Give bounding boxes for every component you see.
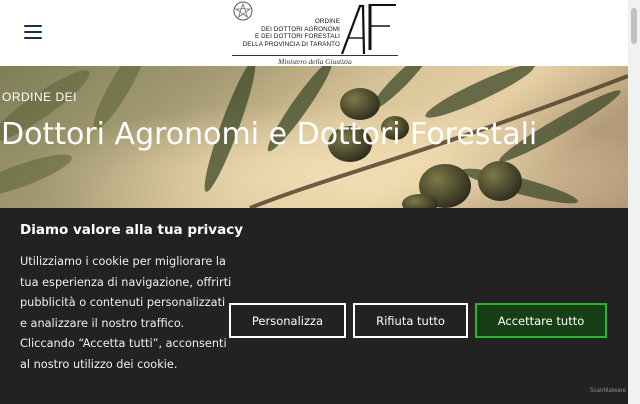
logo-subtitle: Ministero della Giustizia bbox=[278, 57, 352, 66]
accept-all-button[interactable]: Accettare tutto bbox=[475, 303, 607, 338]
site-header: ORDINE DEI DOTTORI AGRONOMI E DEI DOTTOR… bbox=[0, 0, 628, 66]
logo-line-3: E DEI DOTTORI FORESTALI bbox=[255, 33, 340, 41]
cookie-banner-title: Diamo valore alla tua privacy bbox=[20, 222, 244, 238]
personalize-button[interactable]: Personalizza bbox=[229, 303, 346, 338]
site-logo[interactable]: ORDINE DEI DOTTORI AGRONOMI E DEI DOTTOR… bbox=[232, 0, 398, 66]
logo-line-1: ORDINE bbox=[314, 18, 340, 25]
hero-banner: ORDINE DEI Dottori Agronomi e Dottori Fo… bbox=[0, 66, 628, 208]
page-scrollbar[interactable] bbox=[628, 0, 640, 404]
reject-all-button[interactable]: Rifiuta tutto bbox=[353, 303, 468, 338]
hero-kicker: ORDINE DEI bbox=[2, 90, 78, 104]
logo-line-4: DELLA PROVINCIA DI TARANTO bbox=[242, 40, 340, 48]
logo-monogram bbox=[340, 4, 396, 54]
scrollbar-thumb[interactable] bbox=[631, 8, 637, 44]
scanmalware-badge: ScanMalware bbox=[589, 388, 626, 394]
cookie-consent-banner: Diamo valore alla tua privacy Utilizziam… bbox=[0, 208, 628, 404]
logo-text: ORDINE DEI DOTTORI AGRONOMI E DEI DOTTOR… bbox=[243, 18, 340, 48]
hero-title: Dottori Agronomi e Dottori Forestali bbox=[1, 117, 538, 152]
logo-line-2: DEI DOTTORI AGRONOMI bbox=[261, 25, 340, 33]
logo-divider bbox=[232, 55, 398, 56]
hamburger-menu-icon[interactable] bbox=[24, 25, 42, 39]
cookie-banner-text: Utilizziamo i cookie per migliorare la t… bbox=[20, 255, 232, 371]
